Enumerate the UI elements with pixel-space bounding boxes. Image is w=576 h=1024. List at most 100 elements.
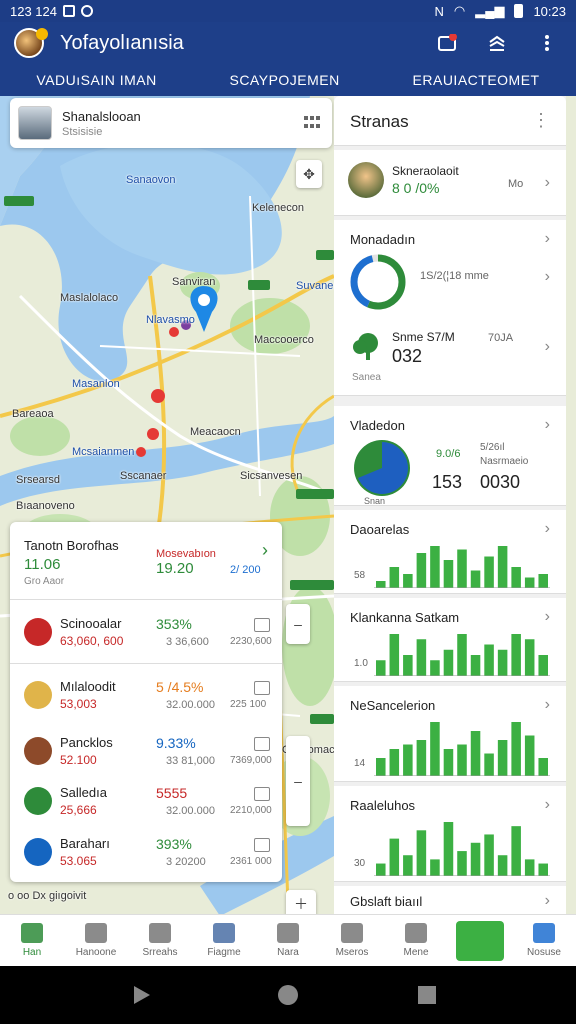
list-item[interactable]: Scinooalar 63,060, 600 353% 3 36,600 2230,60… [10, 600, 282, 664]
bar-card[interactable]: Raaleluhos › 30 [334, 786, 566, 882]
bottom-nav-item[interactable]: Nosuse [512, 915, 576, 966]
bar-mark [376, 581, 386, 588]
list-panel: Tanotn Borofhas 11.06 Gro Aaor Mosevabıo… [10, 522, 282, 882]
bottom-nav-item[interactable] [448, 915, 512, 966]
chevron-right-icon[interactable]: › [545, 174, 550, 192]
row-action-icon[interactable] [254, 681, 270, 695]
map-label-5: Nlavasmo [146, 314, 195, 326]
bar-chart [374, 722, 550, 776]
bar-mark [511, 826, 521, 876]
plus-icon: ＋ [294, 896, 308, 912]
row-avatar [24, 618, 52, 646]
pie-caption: Snan [364, 496, 386, 506]
tab-1[interactable]: SCAYPOJEMEN [229, 72, 339, 88]
wifi-icon: ◠ [453, 3, 466, 18]
bottom-nav-item[interactable]: Nara [256, 915, 320, 966]
bar-mark [470, 655, 481, 676]
stats-header: Stranas ⋮ [334, 96, 566, 146]
bar-mark [443, 749, 454, 776]
chevron-right-icon[interactable]: › [262, 540, 268, 561]
calendar-icon[interactable] [434, 30, 460, 56]
row-amount: 63,060, 600 [60, 634, 124, 648]
bottom-nav-item[interactable]: Mseros [320, 915, 384, 966]
zoom-controls[interactable]: – [286, 604, 310, 644]
zoom-in-icon[interactable]: – [294, 616, 302, 632]
nav-tabs: VADUıSAIN IMAN SCAYPOJEMEN ERAUIACTEOMET [0, 64, 576, 96]
bottom-nav-item[interactable]: Hanoone [64, 915, 128, 966]
bar-mark [430, 722, 440, 776]
chevron-right-icon[interactable]: › [545, 338, 550, 356]
stats-footer[interactable]: Gbslaft biaııl › [334, 886, 566, 916]
map-label-9: Meacaocn [190, 426, 241, 438]
tree-icon [352, 332, 382, 360]
bottom-nav-item[interactable]: Mene [384, 915, 448, 966]
scroll-track[interactable]: – [286, 736, 310, 826]
bottom-nav-item[interactable]: Srreahs [128, 915, 192, 966]
stats-more-icon[interactable]: ⋮ [532, 110, 550, 131]
profile-card[interactable]: Shanalslooan Stsisisie [10, 98, 332, 148]
stack-icon[interactable] [484, 30, 510, 56]
bar-card[interactable]: Daoarelas › 58 [334, 510, 566, 594]
map-label-2: Sanviran [172, 276, 216, 288]
app-header: Yofayolıanısia VADUıSAIN IMAN SCAYPOJEME… [0, 22, 576, 96]
pie-pct: 9.0/6 [436, 448, 461, 460]
row-action-icon[interactable] [254, 618, 270, 632]
bar-mark [457, 549, 467, 588]
list-center-value: 19.20 [156, 560, 194, 577]
row-sub: 3 20200 [166, 856, 206, 868]
bar-card[interactable]: NeSancelerion › 14 [334, 686, 566, 782]
bar-mark [511, 567, 521, 588]
tab-0[interactable]: VADUıSAIN IMAN [36, 72, 156, 88]
scroll-handle-icon[interactable]: – [294, 773, 302, 789]
more-menu-icon[interactable] [534, 30, 560, 56]
bar-mark [538, 758, 548, 776]
chevron-right-icon[interactable]: › [545, 416, 550, 434]
bar-card[interactable]: Klankanna Satkam › 1.0 [334, 598, 566, 682]
bar-mark [389, 634, 400, 676]
bottom-nav-label: Nara [277, 947, 299, 958]
stats-user-pct: 8 0 /0% [392, 180, 440, 196]
list-header[interactable]: Tanotn Borofhas 11.06 Gro Aaor Mosevabıo… [10, 522, 282, 600]
row-action-icon[interactable] [254, 737, 270, 751]
app-avatar[interactable] [14, 28, 48, 58]
row-avatar [24, 681, 52, 709]
chevron-right-icon[interactable]: › [545, 892, 550, 910]
ring-caption: 1S/2(¦18 mme [420, 270, 489, 282]
row-action-icon[interactable] [254, 838, 270, 852]
row-amount: 53,003 [60, 697, 97, 711]
bar-mark [457, 851, 467, 876]
chevron-right-icon[interactable]: › [545, 796, 550, 814]
list-item[interactable]: Baraharı 53.065 393% 3 20200 2361 000 [10, 826, 282, 878]
map-label-3: Suvanen [296, 280, 340, 292]
row-avatar [24, 787, 52, 815]
pie-card[interactable]: Vladedon › Snan 9.0/6 5/26ıl Nasrmaeio 1… [334, 406, 566, 506]
row-pct: 5555 [156, 785, 188, 801]
bottom-nav-item[interactable]: Fiagme [192, 915, 256, 966]
compass-button[interactable]: ✥ [296, 160, 322, 188]
tab-2[interactable]: ERAUIACTEOMET [413, 72, 540, 88]
chevron-right-icon[interactable]: › [545, 696, 550, 714]
ring-card[interactable]: Monadadın › 1S/2(¦18 mme › Snme S7/M 032… [334, 220, 566, 396]
recents-icon [418, 986, 436, 1004]
stats-user-row[interactable]: Skneraolaoit 8 0 /0% Mo › [334, 150, 566, 216]
bottom-nav-item[interactable]: Han [0, 915, 64, 966]
tree-side: 70JA [488, 332, 514, 344]
chevron-right-icon[interactable]: › [545, 230, 550, 248]
list-item[interactable]: Salledıa 25,666 5555 32.00.000 2210,000 [10, 776, 282, 826]
bar-mark [416, 639, 427, 676]
row-action-icon[interactable] [254, 787, 270, 801]
bar-mark [470, 731, 481, 776]
chevron-right-icon[interactable]: › [545, 608, 550, 626]
chevron-right-icon[interactable]: › [545, 520, 550, 538]
row-val: 2230,600 [230, 636, 272, 647]
list-right-value: 2/ 200 [230, 564, 261, 576]
list-item[interactable]: Pancklos 52.100 9.33% 33 81,000 7369,000 [10, 726, 282, 776]
list-item[interactable]: Mılaloodit 53,003 5 /4.5% 32.00.000 225 100 [10, 664, 282, 726]
pie-side: 5/26ıl [480, 442, 505, 453]
status-time-left: 123 124 [10, 3, 57, 19]
map-label-1: Kelenecon [252, 202, 304, 214]
map-label-6: Maccooerco [254, 334, 314, 346]
compass-icon: ✥ [303, 165, 315, 182]
grid-icon[interactable] [304, 116, 320, 130]
chevron-right-icon[interactable]: › [545, 268, 550, 286]
